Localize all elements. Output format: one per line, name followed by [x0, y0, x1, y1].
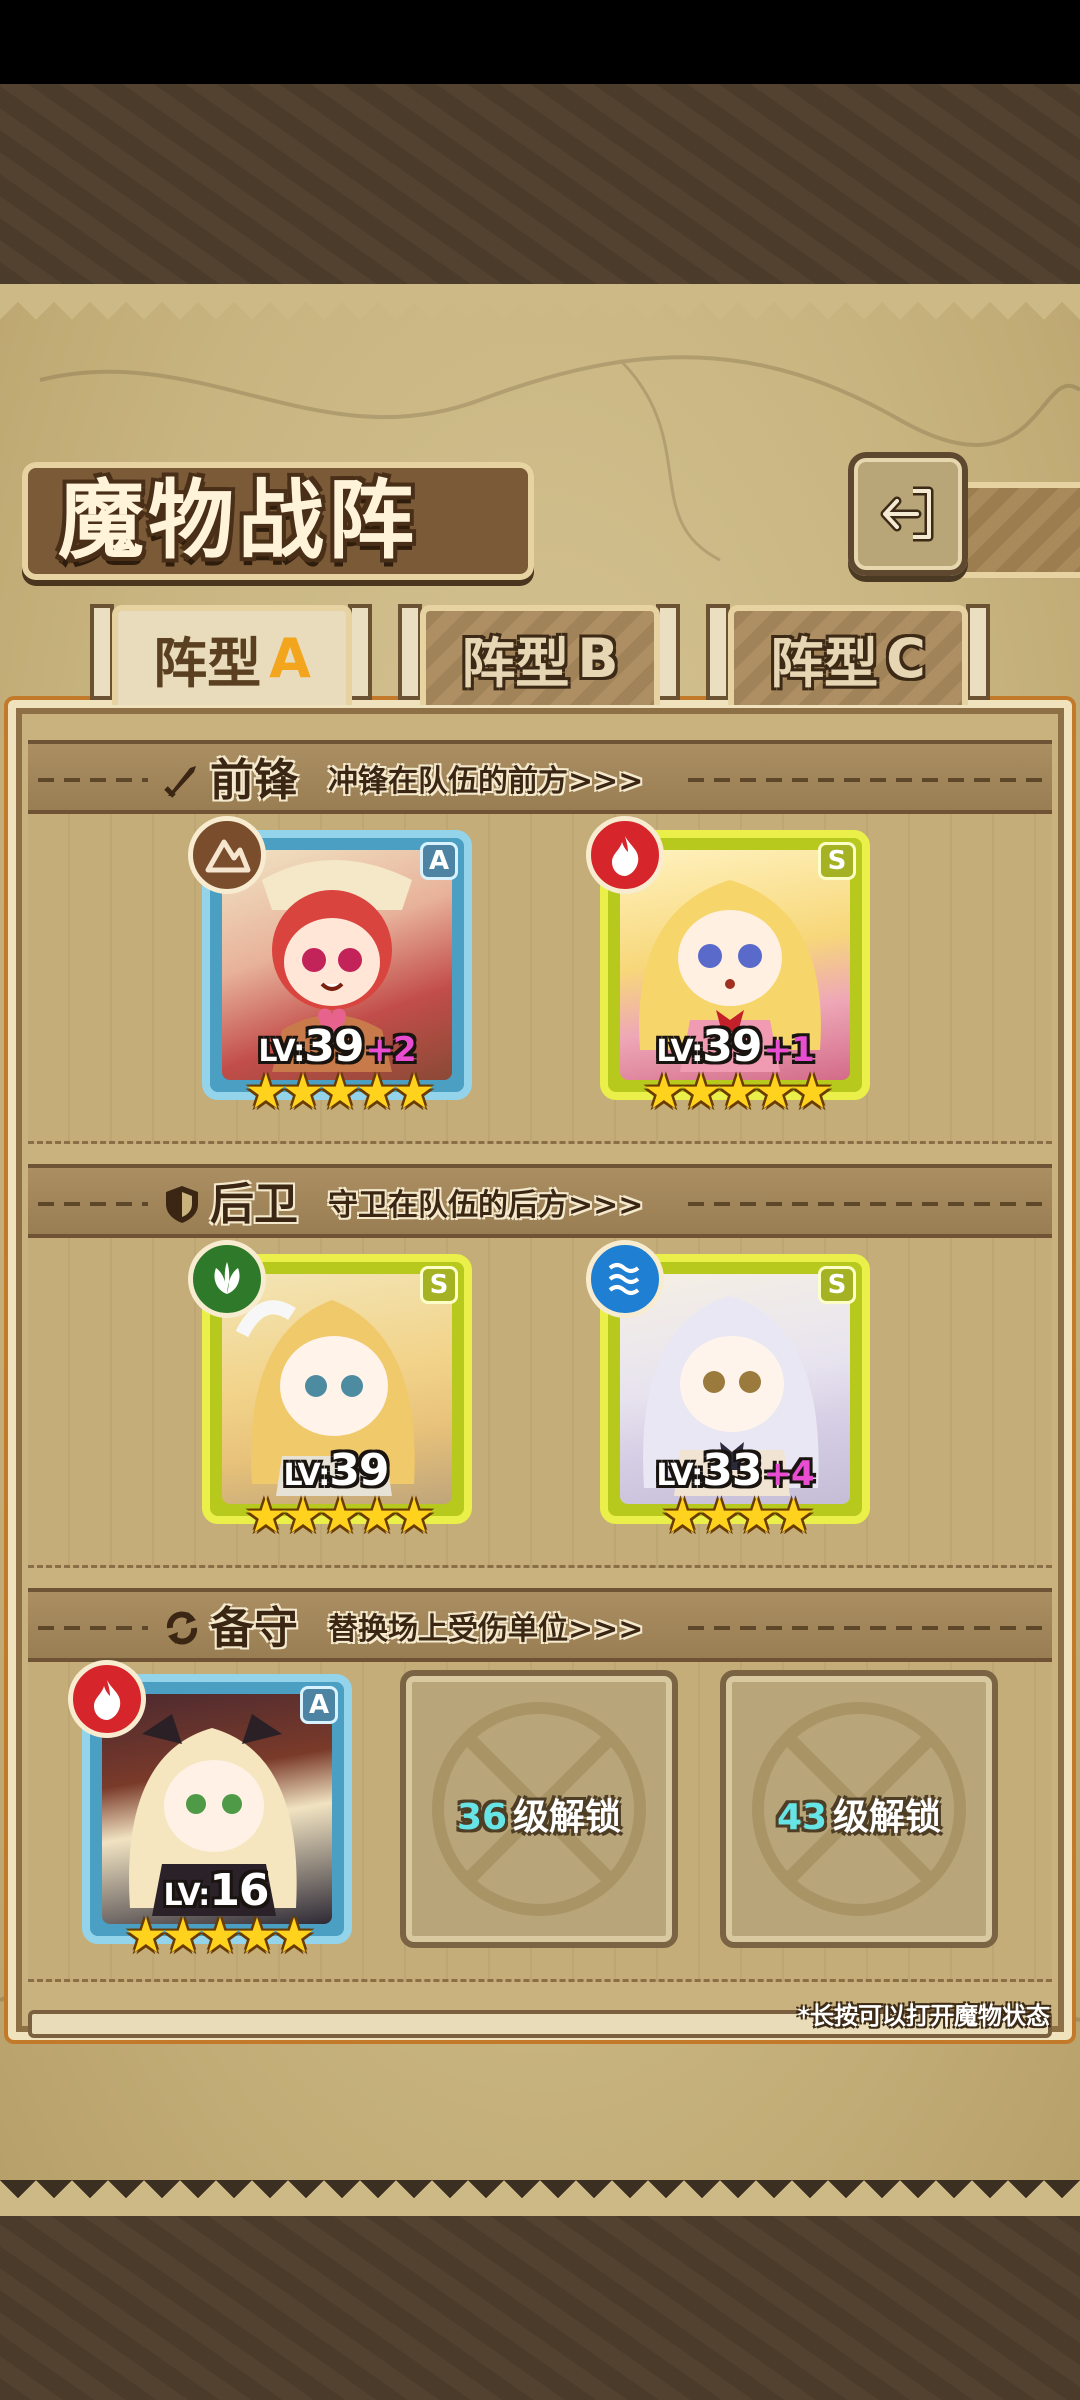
tab-post [398, 604, 422, 700]
tab-formation-b[interactable]: 阵型 B [420, 605, 660, 705]
rank-badge: S [818, 842, 856, 880]
section-header-back: 后卫 守卫在队伍的后方>>> [28, 1164, 1052, 1238]
wind-element-icon [188, 1240, 266, 1318]
locked-slot-1[interactable]: 36 级解锁 [400, 1670, 678, 1948]
torn-edge-top [0, 284, 1080, 320]
torn-edge-bottom [0, 2180, 1080, 2216]
divider [688, 1626, 1042, 1630]
unlock-text: 级解锁 [833, 1797, 942, 1838]
unlock-level: 43 [776, 1797, 828, 1838]
unlock-level-label: 43 级解锁 [726, 1788, 992, 1840]
star-rating: ★★★★ [660, 1488, 815, 1544]
back-arrow-icon [880, 486, 934, 542]
divider [38, 1626, 148, 1630]
water-element-icon [586, 1240, 664, 1318]
star-rating: ★★★★★ [642, 1064, 833, 1120]
tab-formation-c[interactable]: 阵型 C [728, 605, 968, 705]
front-row [28, 814, 1052, 1144]
section-header-front: 前锋 冲锋在队伍的前方>>> [28, 740, 1052, 814]
star-rating: ★★★★★ [244, 1488, 435, 1544]
long-press-hint: *长按可以打开魔物状态 [797, 2002, 1050, 2030]
divider [688, 1202, 1042, 1206]
star-rating: ★★★★★ [244, 1064, 435, 1120]
unlock-text: 级解锁 [513, 1797, 622, 1838]
locked-slot-2[interactable]: 43 级解锁 [720, 1670, 998, 1948]
sword-icon [164, 766, 196, 798]
divider [688, 778, 1042, 782]
background-top [0, 84, 1080, 284]
tab-formation-a[interactable]: 阵型 A [112, 605, 352, 705]
section-title: 备守 [210, 1603, 298, 1654]
section-title: 后卫 [210, 1179, 298, 1230]
rank-badge: A [300, 1686, 338, 1724]
swap-icon [166, 1611, 198, 1645]
section-subtitle: 冲锋在队伍的前方>>> [328, 764, 644, 799]
unlock-level: 36 [456, 1797, 508, 1838]
tab-letter: C [886, 626, 926, 690]
section-subtitle: 替换场上受伤单位>>> [328, 1612, 644, 1647]
tab-letter: A [269, 626, 311, 690]
rank-badge: A [420, 842, 458, 880]
tab-post [90, 604, 114, 700]
back-row [28, 1238, 1052, 1568]
background-bottom [0, 2200, 1080, 2400]
earth-element-icon [188, 816, 266, 894]
unlock-level-label: 36 级解锁 [406, 1788, 672, 1840]
header-stub [960, 482, 1080, 578]
page-title: 魔物战阵 [58, 470, 418, 571]
tab-post [966, 604, 990, 700]
section-subtitle: 守卫在队伍的后方>>> [328, 1188, 644, 1223]
rank-badge: S [420, 1266, 458, 1304]
fire-element-icon [586, 816, 664, 894]
rank-badge: S [818, 1266, 856, 1304]
tab-label: 阵型 [770, 631, 879, 695]
fire-element-icon [68, 1660, 146, 1738]
back-button[interactable] [848, 452, 968, 576]
star-rating: ★★★★★ [124, 1908, 315, 1964]
shield-icon [166, 1186, 198, 1223]
tab-post [706, 604, 730, 700]
divider [38, 1202, 148, 1206]
section-title: 前锋 [210, 755, 298, 806]
tab-label: 阵型 [153, 631, 262, 695]
tab-letter: B [577, 626, 619, 690]
tab-label: 阵型 [461, 631, 570, 695]
status-bar [0, 0, 1080, 84]
divider [38, 778, 148, 782]
section-header-reserve: 备守 替换场上受伤单位>>> [28, 1588, 1052, 1662]
